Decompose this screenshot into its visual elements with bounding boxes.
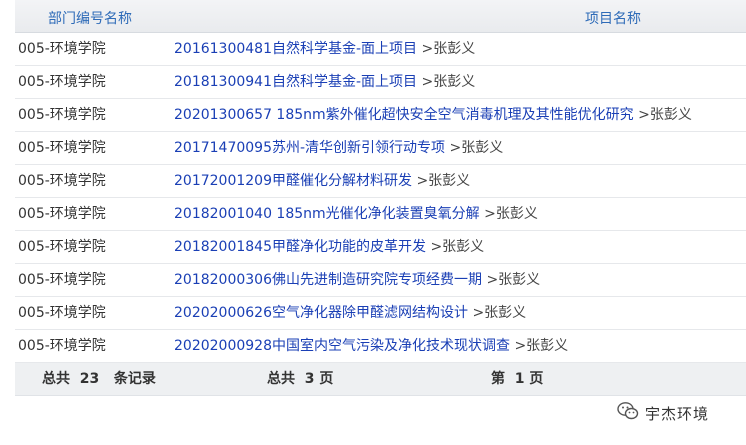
dept-cell: 005-环境学院: [18, 305, 106, 321]
watermark: 宇杰环境: [617, 400, 709, 426]
table-row: 005-环境学院 20181300941自然科学基金-面上项目 >张彭义: [15, 66, 746, 99]
project-link[interactable]: 20161300481自然科学基金-面上项目: [174, 41, 417, 57]
project-cell: 20182001845甲醛净化功能的皮革开发 >张彭义: [174, 231, 484, 263]
project-link[interactable]: 20202000626空气净化器除甲醛滤网结构设计: [174, 305, 468, 321]
project-link[interactable]: 20201300657 185nm紫外催化超快安全空气消毒机理及其性能优化研究: [174, 107, 634, 123]
project-link[interactable]: 20182001040 185nm光催化净化装置臭氧分解: [174, 206, 480, 222]
project-link[interactable]: 20182000306佛山先进制造研究院专项经费一期: [174, 272, 482, 288]
total-records: 总共 23 条记录: [42, 371, 156, 387]
person-link[interactable]: >张彭义: [638, 107, 692, 123]
person-link[interactable]: >张彭义: [421, 41, 475, 57]
dept-cell: 005-环境学院: [18, 272, 106, 288]
dept-cell: 005-环境学院: [18, 239, 106, 255]
total-pages: 总共 3 页: [267, 371, 334, 387]
project-link[interactable]: 20171470095苏州-清华创新引领行动专项: [174, 140, 445, 156]
project-link[interactable]: 20181300941自然科学基金-面上项目: [174, 74, 417, 90]
column-header-dept[interactable]: 部门编号名称: [48, 8, 132, 28]
person-link[interactable]: >张彭义: [484, 206, 538, 222]
project-cell: 20182001040 185nm光催化净化装置臭氧分解 >张彭义: [174, 198, 538, 230]
dept-cell: 005-环境学院: [18, 74, 106, 90]
person-link[interactable]: >张彭义: [430, 239, 484, 255]
person-link[interactable]: >张彭义: [514, 338, 568, 354]
wechat-icon: [617, 401, 639, 425]
project-cell: 20161300481自然科学基金-面上项目 >张彭义: [174, 33, 475, 65]
table-row: 005-环境学院 20182001040 185nm光催化净化装置臭氧分解 >张彭…: [15, 198, 746, 231]
project-table: 部门编号名称 项目名称 005-环境学院 20161300481自然科学基金-面上…: [15, 0, 746, 396]
project-cell: 20201300657 185nm紫外催化超快安全空气消毒机理及其性能优化研究 …: [174, 99, 692, 131]
table-row: 005-环境学院 20161300481自然科学基金-面上项目 >张彭义: [15, 33, 746, 66]
table-header: 部门编号名称 项目名称: [15, 0, 746, 33]
project-cell: 20182000306佛山先进制造研究院专项经费一期 >张彭义: [174, 264, 540, 296]
watermark-text: 宇杰环境: [645, 404, 710, 423]
pagination-bar: 总共 23 条记录 总共 3 页 第 1 页: [15, 363, 746, 396]
table-row: 005-环境学院 20182000306佛山先进制造研究院专项经费一期 >张彭义: [15, 264, 746, 297]
person-link[interactable]: >张彭义: [486, 272, 540, 288]
person-link[interactable]: >张彭义: [416, 173, 470, 189]
project-cell: 20181300941自然科学基金-面上项目 >张彭义: [174, 66, 475, 98]
column-header-project[interactable]: 项目名称: [585, 8, 641, 28]
project-cell: 20202000626空气净化器除甲醛滤网结构设计 >张彭义: [174, 297, 526, 329]
table-row: 005-环境学院 20172001209甲醛催化分解材料研发 >张彭义: [15, 165, 746, 198]
dept-cell: 005-环境学院: [18, 173, 106, 189]
table-row: 005-环境学院 20202000626空气净化器除甲醛滤网结构设计 >张彭义: [15, 297, 746, 330]
project-link[interactable]: 20182001845甲醛净化功能的皮革开发: [174, 239, 426, 255]
table-row: 005-环境学院 20201300657 185nm紫外催化超快安全空气消毒机理及…: [15, 99, 746, 132]
project-cell: 20172001209甲醛催化分解材料研发 >张彭义: [174, 165, 470, 197]
project-link[interactable]: 20202000928中国室内空气污染及净化技术现状调查: [174, 338, 510, 354]
person-link[interactable]: >张彭义: [421, 74, 475, 90]
dept-cell: 005-环境学院: [18, 41, 106, 57]
dept-cell: 005-环境学院: [18, 107, 106, 123]
table-row: 005-环境学院 20202000928中国室内空气污染及净化技术现状调查 >张彭…: [15, 330, 746, 363]
project-cell: 20202000928中国室内空气污染及净化技术现状调查 >张彭义: [174, 330, 568, 362]
project-cell: 20171470095苏州-清华创新引领行动专项 >张彭义: [174, 132, 503, 164]
dept-cell: 005-环境学院: [18, 338, 106, 354]
table-row: 005-环境学院 20182001845甲醛净化功能的皮革开发 >张彭义: [15, 231, 746, 264]
table-body: 005-环境学院 20161300481自然科学基金-面上项目 >张彭义 005-环…: [15, 33, 746, 363]
project-link[interactable]: 20172001209甲醛催化分解材料研发: [174, 173, 412, 189]
person-link[interactable]: >张彭义: [472, 305, 526, 321]
dept-cell: 005-环境学院: [18, 206, 106, 222]
current-page: 第 1 页: [491, 371, 544, 387]
table-row: 005-环境学院 20171470095苏州-清华创新引领行动专项 >张彭义: [15, 132, 746, 165]
dept-cell: 005-环境学院: [18, 140, 106, 156]
person-link[interactable]: >张彭义: [449, 140, 503, 156]
